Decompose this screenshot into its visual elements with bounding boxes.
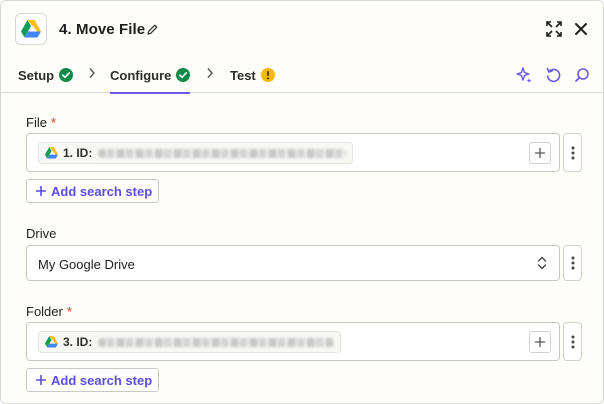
tab-label: Configure — [110, 67, 172, 83]
tab-label: Setup — [18, 67, 55, 83]
configure-form: File * 1. ID: Add search step Drive My G… — [1, 94, 603, 403]
chip-label: 3. ID: — [63, 335, 93, 349]
expand-icon — [546, 21, 562, 37]
refresh-icon — [546, 67, 560, 82]
refresh-button[interactable] — [543, 65, 563, 85]
file-label-text: File — [26, 115, 47, 130]
tab-label: Test — [230, 67, 256, 83]
google-drive-icon — [21, 20, 41, 38]
search-icon — [575, 68, 589, 82]
add-search-step-button[interactable]: Add search step — [26, 179, 160, 203]
check-circle-icon — [59, 68, 74, 82]
close-button[interactable] — [572, 20, 590, 38]
chevron-right-icon — [207, 68, 213, 78]
pencil-icon[interactable] — [146, 23, 159, 36]
folder-id-chip[interactable]: 3. ID: — [38, 331, 342, 353]
ai-assist-button[interactable] — [514, 65, 534, 85]
warning-circle-icon — [260, 68, 275, 82]
sparkle-icon — [516, 67, 532, 83]
more-vertical-icon — [571, 256, 574, 270]
file-id-chip[interactable]: 1. ID: — [38, 142, 354, 164]
drive-label: Drive — [26, 226, 56, 241]
more-vertical-icon — [571, 335, 574, 348]
required-mark: * — [50, 115, 57, 130]
folder-label: Folder * — [26, 304, 72, 319]
file-label: File * — [26, 115, 56, 130]
step-title[interactable]: 4. Move File — [59, 21, 145, 38]
step-editor-panel: 4. Move File Setup Configure Test File *… — [0, 0, 604, 404]
google-drive-icon — [45, 147, 58, 159]
plus-icon — [36, 375, 46, 385]
search-button[interactable] — [572, 65, 592, 85]
tab-setup[interactable]: Setup — [18, 57, 74, 93]
add-search-step-button[interactable]: Add search step — [26, 368, 160, 392]
check-circle-icon — [176, 68, 191, 82]
drive-select[interactable]: My Google Drive — [26, 245, 560, 281]
add-search-step-label: Add search step — [51, 183, 153, 199]
folder-label-text: Folder — [26, 304, 63, 319]
drive-label-text: Drive — [26, 226, 57, 241]
insert-data-button[interactable] — [529, 142, 551, 164]
tab-test[interactable]: Test — [230, 57, 275, 93]
plus-icon — [535, 148, 545, 158]
file-field[interactable]: 1. ID: — [26, 133, 560, 172]
drive-options-button[interactable] — [563, 245, 582, 281]
chip-label: 1. ID: — [63, 146, 93, 160]
expand-button[interactable] — [545, 20, 563, 38]
file-options-button[interactable] — [563, 133, 582, 172]
drive-select-value: My Google Drive — [38, 257, 135, 272]
folder-field[interactable]: 3. ID: — [26, 322, 560, 361]
folder-options-button[interactable] — [563, 322, 582, 361]
tab-configure[interactable]: Configure — [110, 57, 191, 94]
google-drive-icon — [45, 336, 58, 348]
plus-icon — [535, 337, 545, 347]
step-header: 4. Move File — [1, 1, 603, 57]
redacted-value — [98, 148, 347, 158]
more-vertical-icon — [571, 146, 574, 159]
chevron-up-down-icon — [537, 256, 547, 270]
app-logo — [15, 13, 47, 45]
redacted-value — [98, 337, 335, 347]
insert-data-button[interactable] — [529, 331, 551, 353]
plus-icon — [36, 186, 46, 196]
add-search-step-label: Add search step — [51, 372, 153, 388]
chevron-right-icon — [89, 68, 95, 78]
required-mark: * — [66, 304, 72, 319]
close-icon — [575, 23, 587, 35]
